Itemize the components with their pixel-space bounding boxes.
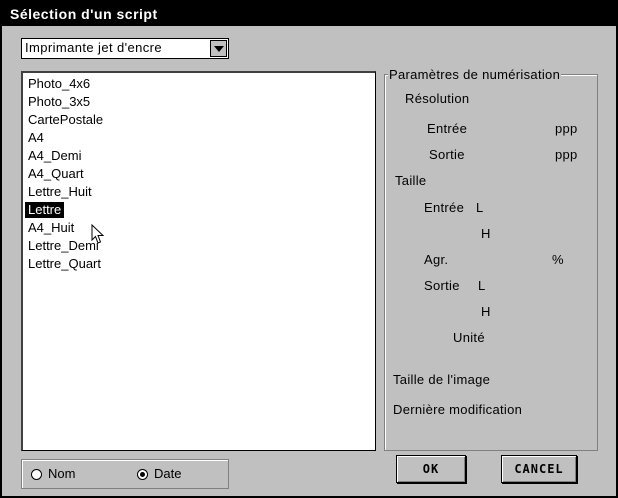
list-item-selected[interactable]: Lettre xyxy=(25,202,65,218)
sort-by-date-radio[interactable] xyxy=(137,469,148,480)
size-input-height-label: H xyxy=(481,226,491,241)
mouse-pointer-icon xyxy=(91,224,105,244)
list-item[interactable]: A4_Demi xyxy=(25,148,84,164)
printer-type-value: Imprimante jet d'encre xyxy=(25,40,163,55)
sort-by-name-radio[interactable] xyxy=(31,469,42,480)
resolution-output-label: Sortie xyxy=(429,147,465,162)
list-item[interactable]: CartePostale xyxy=(25,112,106,128)
zoom-unit: % xyxy=(552,252,564,267)
chevron-down-icon xyxy=(214,46,224,52)
size-output-length-label: L xyxy=(478,278,486,293)
list-item[interactable]: A4_Quart xyxy=(25,166,87,182)
size-label: Taille xyxy=(395,173,427,188)
unit-label: Unité xyxy=(453,330,485,345)
printer-type-dropdown[interactable]: Imprimante jet d'encre xyxy=(21,38,229,59)
resolution-label: Résolution xyxy=(405,91,470,106)
resolution-input-label: Entrée xyxy=(427,121,468,136)
sort-by-date-label[interactable]: Date xyxy=(154,466,181,481)
list-item[interactable]: Lettre_Quart xyxy=(25,256,104,272)
image-size-label: Taille de l'image xyxy=(393,372,491,387)
size-input-label: Entrée xyxy=(424,200,465,215)
resolution-input-unit: ppp xyxy=(555,121,578,136)
dropdown-arrow-button[interactable] xyxy=(210,40,227,57)
size-output-height-label: H xyxy=(481,304,491,319)
ok-button[interactable]: OK xyxy=(396,455,466,483)
list-item[interactable]: Photo_3x5 xyxy=(25,94,93,110)
resolution-output-unit: ppp xyxy=(555,147,578,162)
list-item[interactable]: A4 xyxy=(25,130,47,146)
list-item[interactable]: A4_Huit xyxy=(25,220,77,236)
sort-options-group: Nom Date xyxy=(21,459,229,489)
list-item[interactable]: Lettre_Huit xyxy=(25,184,95,200)
cancel-button[interactable]: CANCEL xyxy=(501,455,577,483)
sort-by-name-label[interactable]: Nom xyxy=(48,466,75,481)
scan-parameters-title: Paramètres de numérisation xyxy=(388,67,562,82)
last-modified-label: Dernière modification xyxy=(393,402,523,417)
list-item[interactable]: Photo_4x6 xyxy=(25,76,93,92)
size-input-length-label: L xyxy=(476,200,484,215)
zoom-label: Agr. xyxy=(424,252,449,267)
script-list[interactable]: Photo_4x6 Photo_3x5 CartePostale A4 A4_D… xyxy=(21,71,376,451)
window-title: Sélection d'un script xyxy=(2,2,616,26)
size-output-label: Sortie xyxy=(424,278,460,293)
